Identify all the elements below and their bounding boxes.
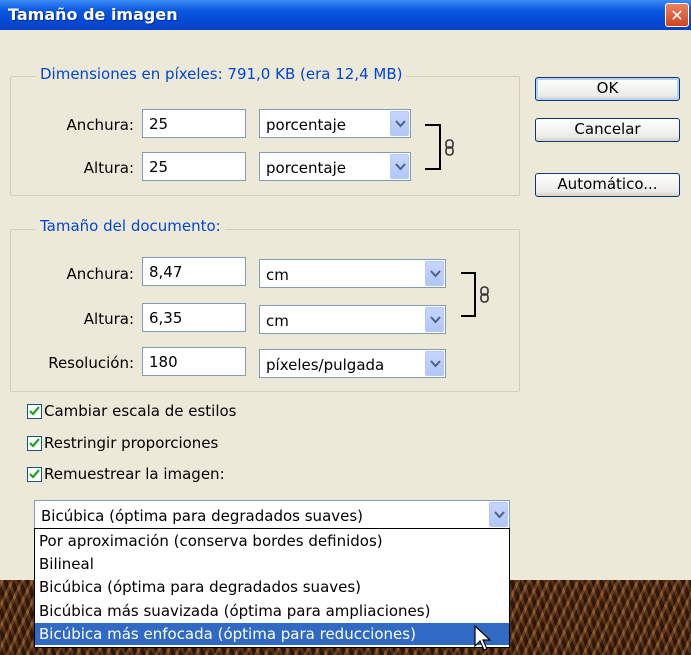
dropdown-option[interactable]: Bicúbica más suavizada (óptima para ampl… <box>35 600 509 622</box>
ok-button[interactable]: OK <box>535 77 680 101</box>
doc-height-unit-value: cm <box>266 312 289 330</box>
resolution-unit-select[interactable]: píxeles/pulgada <box>259 349 446 378</box>
close-button[interactable]: ✕ <box>665 3 689 27</box>
doc-width-label: Anchura: <box>66 265 134 283</box>
scale-styles-checkbox[interactable] <box>27 404 42 419</box>
resample-method-value: Bicúbica (óptima para degradados suaves) <box>41 507 364 525</box>
dropdown-option[interactable]: Bicúbica (óptima para degradados suaves) <box>35 576 509 598</box>
document-size-legend: Tamaño del documento: <box>36 217 225 235</box>
checkmark-icon <box>29 406 40 416</box>
doc-height-unit-select[interactable]: cm <box>259 305 446 334</box>
doc-height-label: Altura: <box>83 310 134 328</box>
pixel-width-label: Anchura: <box>66 116 134 134</box>
dropdown-option[interactable]: Por aproximación (conserva bordes defini… <box>35 530 509 552</box>
image-size-dialog: Tamaño de imagen ✕ Dimensiones en píxele… <box>0 0 691 580</box>
mouse-pointer-icon <box>474 624 492 655</box>
pixel-width-input[interactable]: 25 <box>142 109 246 138</box>
pixel-width-unit-value: porcentaje <box>266 116 346 134</box>
cancel-button[interactable]: Cancelar <box>535 118 680 142</box>
constrain-label[interactable]: Restringir proporciones <box>44 434 218 452</box>
resample-checkbox[interactable] <box>27 467 42 482</box>
pixel-dimensions-legend: Dimensiones en píxeles: 791,0 KB (era 12… <box>36 65 407 83</box>
chain-link-icon <box>480 286 490 308</box>
auto-button[interactable]: Automático... <box>535 173 680 197</box>
doc-width-unit-select[interactable]: cm <box>259 259 446 288</box>
doc-width-input[interactable]: 8,47 <box>142 257 246 286</box>
title-bar[interactable]: Tamaño de imagen ✕ <box>0 0 691 30</box>
chevron-down-icon[interactable] <box>390 111 409 136</box>
constrain-checkbox[interactable] <box>27 436 42 451</box>
window-title: Tamaño de imagen <box>8 5 178 24</box>
resolution-unit-value: píxeles/pulgada <box>266 356 385 374</box>
resolution-input[interactable]: 180 <box>142 347 246 376</box>
chevron-down-icon[interactable] <box>425 261 444 286</box>
checkmark-icon <box>29 469 40 479</box>
chevron-down-icon[interactable] <box>390 154 409 179</box>
pixel-width-unit-select[interactable]: porcentaje <box>259 109 411 138</box>
doc-height-input[interactable]: 6,35 <box>142 303 246 332</box>
pixel-height-unit-value: porcentaje <box>266 159 346 177</box>
dropdown-option-highlighted[interactable]: Bicúbica más enfocada (óptima para reduc… <box>35 623 509 645</box>
doc-width-unit-value: cm <box>266 266 289 284</box>
resample-method-dropdown-list: Por aproximación (conserva bordes defini… <box>34 528 510 648</box>
chevron-down-icon[interactable] <box>489 502 508 527</box>
scale-styles-label[interactable]: Cambiar escala de estilos <box>44 402 236 420</box>
pixel-height-unit-select[interactable]: porcentaje <box>259 152 411 181</box>
pixel-height-label: Altura: <box>83 159 134 177</box>
dropdown-option[interactable]: Bilineal <box>35 553 509 575</box>
checkmark-icon <box>29 438 40 448</box>
pixel-constrain-bracket <box>425 124 441 170</box>
doc-constrain-bracket <box>461 272 476 317</box>
chevron-down-icon[interactable] <box>425 307 444 332</box>
pixel-height-input[interactable]: 25 <box>142 152 246 181</box>
resample-method-select[interactable]: Bicúbica (óptima para degradados suaves) <box>34 500 510 529</box>
chevron-down-icon[interactable] <box>425 351 444 376</box>
chain-link-icon <box>445 139 455 161</box>
resolution-label: Resolución: <box>48 354 134 372</box>
resample-label[interactable]: Remuestrear la imagen: <box>44 465 225 483</box>
